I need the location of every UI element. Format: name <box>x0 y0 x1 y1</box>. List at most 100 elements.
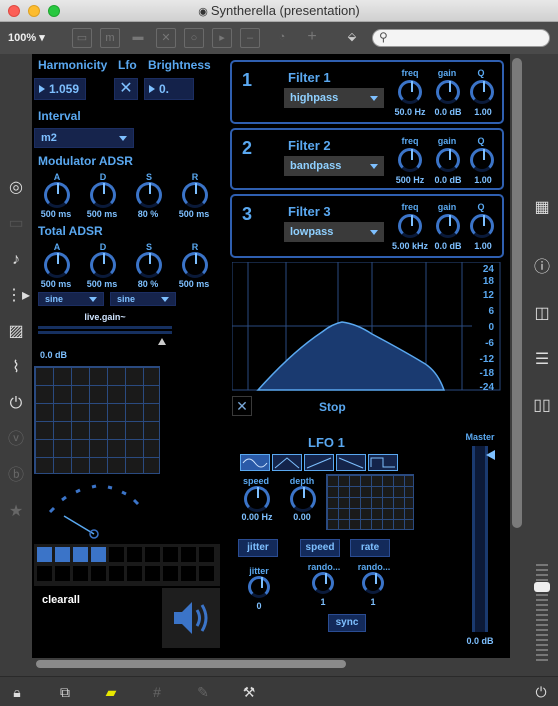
paint-bucket-icon[interactable]: ⬙ <box>342 28 362 48</box>
slider-object-icon[interactable]: – <box>240 28 260 48</box>
total-sustain-knob[interactable] <box>136 252 162 278</box>
ezdac-speaker-button[interactable] <box>162 588 220 648</box>
total-attack-knob[interactable] <box>44 252 70 278</box>
mod-release-knob[interactable] <box>182 182 208 208</box>
wave2-dropdown[interactable]: sine <box>110 292 176 306</box>
jitter-button[interactable]: jitter <box>238 539 278 557</box>
filter-1-gain-label: gain <box>437 68 457 78</box>
filter-1-gain-knob[interactable] <box>436 80 460 104</box>
step-cell[interactable] <box>37 547 52 562</box>
step-cell[interactable] <box>145 547 160 562</box>
power-icon[interactable]: ⏻ <box>532 683 550 701</box>
lfo-random-grid[interactable] <box>326 474 414 530</box>
sequence-icon[interactable]: ⋮▸ <box>6 286 30 306</box>
zoom-slider-handle[interactable] <box>534 582 550 592</box>
filter-2-freq-knob[interactable] <box>398 148 422 172</box>
filter-response-graph[interactable]: 24 18 12 6 0 -6 -12 -18 -24 <box>232 262 502 392</box>
vimeo-icon[interactable]: ⓥ <box>6 430 26 450</box>
lfo-toggle[interactable]: ✕ <box>114 78 138 100</box>
filter-1-q-knob[interactable] <box>470 80 494 104</box>
play-object-icon[interactable]: ▸ <box>212 28 232 48</box>
filter-1-freq-knob[interactable] <box>398 80 422 104</box>
rate-button[interactable]: rate <box>350 539 390 557</box>
clearall-button[interactable]: clearall <box>42 594 80 606</box>
paperclip-icon[interactable]: ⌇ <box>6 358 26 378</box>
filter-3-type-dropdown[interactable]: lowpass <box>284 222 384 242</box>
columns-icon[interactable]: ◫ <box>532 304 552 324</box>
step-row-2[interactable] <box>37 566 214 581</box>
grid-icon[interactable]: # <box>148 683 166 701</box>
total-release-knob[interactable] <box>182 252 208 278</box>
step-cell[interactable] <box>73 547 88 562</box>
music-note-icon[interactable]: ♪ <box>6 250 26 270</box>
book-icon[interactable]: ▯▯ <box>532 396 552 416</box>
star-icon[interactable]: ★ <box>6 502 26 522</box>
filter-3-freq-knob[interactable] <box>398 214 422 238</box>
speed-button[interactable]: speed <box>300 539 340 557</box>
image-icon[interactable]: ▨ <box>6 322 26 342</box>
wrench-icon[interactable]: ⚒ <box>240 683 258 701</box>
vertical-scrollbar[interactable] <box>512 58 522 528</box>
step-cell[interactable] <box>163 547 178 562</box>
toggle-object-icon[interactable]: ○ <box>184 28 204 48</box>
step-cell[interactable] <box>91 547 106 562</box>
sine-wave-icon[interactable] <box>240 454 270 471</box>
horizontal-scrollbar[interactable] <box>36 660 346 668</box>
windows-icon[interactable]: ⧉ <box>56 683 74 701</box>
jitter-knob[interactable] <box>248 576 270 598</box>
step-cell[interactable] <box>199 547 214 562</box>
filter-3-q-knob[interactable] <box>470 214 494 238</box>
gain-slider-handle[interactable] <box>158 338 166 345</box>
ramp-down-icon[interactable] <box>336 454 366 471</box>
triangle-wave-icon[interactable] <box>272 454 302 471</box>
search-input[interactable]: ⚲ <box>372 29 550 47</box>
filter-2-q-knob[interactable] <box>470 148 494 172</box>
step-sequencer[interactable] <box>34 544 220 586</box>
ramp-up-icon[interactable] <box>304 454 334 471</box>
xy-pad[interactable] <box>34 366 160 474</box>
rando2-knob[interactable] <box>362 572 384 594</box>
step-cell[interactable] <box>181 547 196 562</box>
stop-toggle[interactable]: ✕ <box>232 396 252 416</box>
rando1-knob[interactable] <box>312 572 334 594</box>
square-wave-icon[interactable] <box>368 454 398 471</box>
interval-dropdown[interactable]: m2 <box>34 128 134 148</box>
step-cell[interactable] <box>55 547 70 562</box>
total-decay-knob[interactable] <box>90 252 116 278</box>
beap-icon[interactable]: ⓑ <box>6 466 26 486</box>
live-gain-meter[interactable] <box>38 326 172 336</box>
master-gain-slider[interactable] <box>472 446 488 632</box>
lfo-speed-knob[interactable] <box>244 486 270 512</box>
sync-button[interactable]: sync <box>328 614 366 632</box>
step-cell[interactable] <box>109 547 124 562</box>
message-box-icon[interactable]: m <box>100 28 120 48</box>
mod-decay-knob[interactable] <box>90 182 116 208</box>
presentation-mode-icon[interactable]: ▰ <box>102 683 120 701</box>
mod-attack-knob[interactable] <box>44 182 70 208</box>
comment-icon[interactable]: ▬ <box>128 28 148 48</box>
film-icon[interactable]: ▭ <box>6 214 26 234</box>
zoom-select[interactable]: 100% ▾ <box>8 31 45 44</box>
filter-1-type-dropdown[interactable]: highpass <box>284 88 384 108</box>
list-icon[interactable]: ☰ <box>532 350 552 370</box>
magic-icon[interactable]: ✎ <box>194 683 212 701</box>
filter-2-type-dropdown[interactable]: bandpass <box>284 156 384 176</box>
add-object-icon[interactable]: + <box>302 28 322 48</box>
harmonicity-number[interactable]: 1.059 <box>34 78 86 100</box>
wave1-dropdown[interactable]: sine <box>38 292 104 306</box>
master-slider-handle[interactable] <box>486 450 495 460</box>
target-icon[interactable]: ◎ <box>6 178 26 198</box>
filter-3-gain-knob[interactable] <box>436 214 460 238</box>
filter-2-gain-knob[interactable] <box>436 148 460 172</box>
dial-object-icon[interactable]: ◔ <box>272 28 292 48</box>
plug-icon[interactable]: ⏻ <box>6 394 26 414</box>
button-object-icon[interactable]: ✕ <box>156 28 176 48</box>
mod-sustain-knob[interactable] <box>136 182 162 208</box>
presentation-icon[interactable]: ▭ <box>72 28 92 48</box>
brightness-number[interactable]: 0. <box>144 78 194 100</box>
step-cell[interactable] <box>127 547 142 562</box>
info-icon[interactable]: ⓘ <box>532 258 552 278</box>
lfo-depth-knob[interactable] <box>290 486 316 512</box>
lock-icon[interactable]: 🔒︎ <box>8 683 26 701</box>
grid-icon[interactable]: ▦ <box>532 198 552 218</box>
